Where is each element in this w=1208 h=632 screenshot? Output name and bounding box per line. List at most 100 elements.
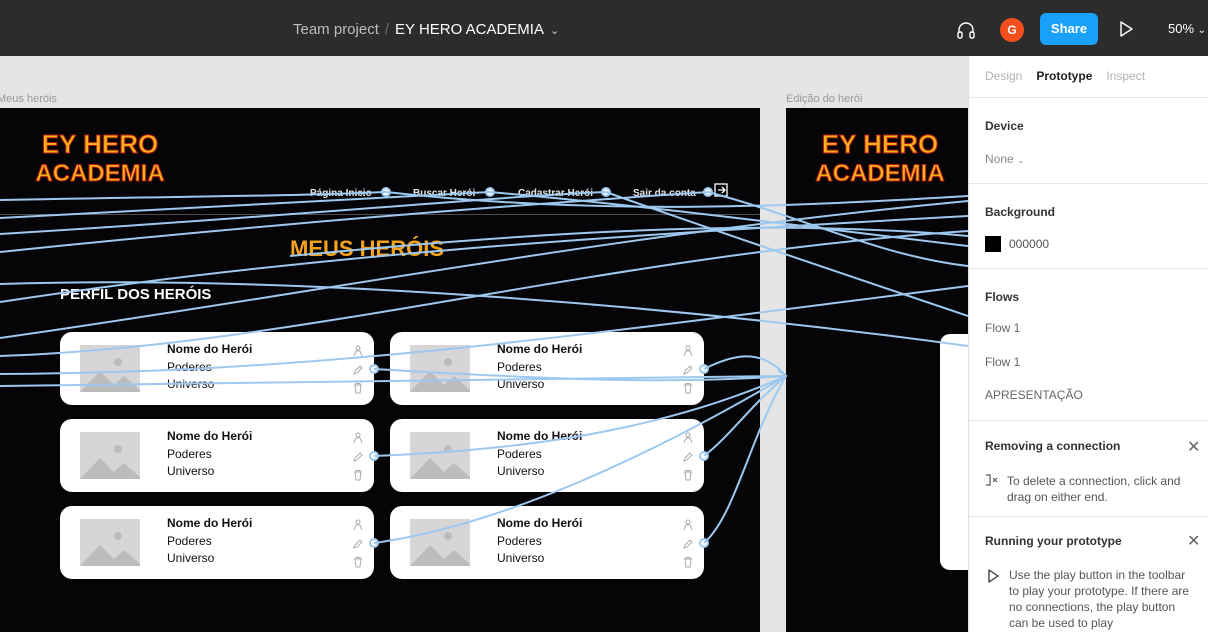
section-title: PERFIL DOS HERÓIS <box>60 286 212 303</box>
svg-text:ACADEMIA: ACADEMIA <box>815 160 944 186</box>
nav-cadastrar-heroi[interactable]: Cadastrar Herói <box>518 188 593 199</box>
svg-text:EY HERO: EY HERO <box>42 129 159 159</box>
frame-edicao-do-heroi[interactable]: EY HERO ACADEMIA <box>786 108 968 632</box>
tip-title: Removing a connection <box>985 439 1121 453</box>
person-icon[interactable] <box>682 344 694 357</box>
device-value: None <box>985 152 1014 166</box>
tab-prototype[interactable]: Prototype <box>1036 69 1092 83</box>
hero-name: Nome do Herói <box>167 342 253 356</box>
connection-handle[interactable] <box>381 187 391 197</box>
trash-icon[interactable] <box>682 468 694 481</box>
edit-icon[interactable] <box>682 537 694 549</box>
person-icon[interactable] <box>352 431 364 444</box>
background-color-swatch[interactable] <box>985 236 1001 252</box>
edit-icon[interactable] <box>352 537 364 549</box>
close-icon[interactable]: ✕ <box>1187 437 1200 457</box>
hero-name: Nome do Herói <box>497 429 583 443</box>
trash-icon[interactable] <box>352 555 364 568</box>
tab-inspect[interactable]: Inspect <box>1106 69 1145 83</box>
hero-powers: Poderes <box>167 534 212 548</box>
hero-powers: Poderes <box>497 534 542 548</box>
logout-icon[interactable] <box>714 183 728 197</box>
play-icon <box>988 569 999 583</box>
hero-academia-logo: EY HERO ACADEMIA <box>35 129 165 187</box>
panel-tabs: Design Prototype Inspect <box>985 69 1159 83</box>
hero-card[interactable]: Nome do Herói Poderes Universo <box>390 419 704 492</box>
close-icon[interactable]: ✕ <box>1187 531 1200 551</box>
connection-handle[interactable] <box>369 364 379 374</box>
person-icon[interactable] <box>352 518 364 531</box>
removing-connection-tip: Removing a connection ✕ To delete a conn… <box>969 420 1208 516</box>
edit-form-panel[interactable] <box>940 334 968 570</box>
hero-card[interactable]: Nome do Herói Poderes Universo <box>390 506 704 579</box>
project-link[interactable]: Team project <box>293 21 379 38</box>
play-icon[interactable] <box>1118 20 1134 38</box>
hero-academia-logo: EY HERO ACADEMIA <box>815 129 945 187</box>
arrow-head <box>777 369 788 383</box>
chevron-down-icon: ⌄ <box>1017 155 1025 165</box>
connection-handle[interactable] <box>485 187 495 197</box>
nav-buscar-heroi[interactable]: Buscar Herói <box>413 188 475 199</box>
edit-icon[interactable] <box>352 363 364 375</box>
hero-powers: Poderes <box>167 447 212 461</box>
nav-sair-da-conta[interactable]: Sair da conta <box>633 188 696 199</box>
nav-pagina-inicio[interactable]: Página Inicio <box>310 188 372 199</box>
image-placeholder-icon <box>80 345 140 392</box>
edit-icon[interactable] <box>682 450 694 462</box>
tip-text: To delete a connection, click and drag o… <box>1007 474 1181 504</box>
frame-label[interactable]: Edição do herói <box>786 93 862 105</box>
person-icon[interactable] <box>352 344 364 357</box>
hero-card[interactable]: Nome do Herói Poderes Universo <box>60 506 374 579</box>
flows-title: Flows <box>985 290 1020 304</box>
trash-icon[interactable] <box>682 381 694 394</box>
hero-card[interactable]: Nome do Herói Poderes Universo <box>390 332 704 405</box>
edit-icon[interactable] <box>352 450 364 462</box>
hero-universe: Universo <box>167 551 215 565</box>
avatar[interactable]: G <box>1000 18 1024 42</box>
trash-icon[interactable] <box>352 468 364 481</box>
hero-powers: Poderes <box>497 360 542 374</box>
edit-icon[interactable] <box>682 363 694 375</box>
zoom-dropdown[interactable]: 50% ⌄ <box>1168 21 1206 36</box>
canvas[interactable]: Meus heróis Edição do herói EY HERO ACAD… <box>0 56 968 632</box>
flow-item[interactable]: APRESENTAÇÃO <box>985 388 1083 402</box>
share-button[interactable]: Share <box>1040 13 1098 45</box>
device-section: Device None ⌄ <box>969 97 1208 183</box>
connection-handle[interactable] <box>703 187 713 197</box>
chevron-down-icon[interactable]: ⌄ <box>550 25 559 37</box>
flow-item[interactable]: Flow 1 <box>985 321 1020 335</box>
chevron-down-icon: ⌄ <box>1197 25 1207 36</box>
background-section: Background 000000 <box>969 183 1208 268</box>
connection-handle[interactable] <box>369 538 379 548</box>
device-dropdown[interactable]: None ⌄ <box>985 152 1025 166</box>
hero-universe: Universo <box>167 464 215 478</box>
header-divider <box>0 214 760 215</box>
tab-design[interactable]: Design <box>985 69 1022 83</box>
trash-icon[interactable] <box>352 381 364 394</box>
hero-name: Nome do Herói <box>497 516 583 530</box>
connection-handle[interactable] <box>699 538 709 548</box>
connection-handle[interactable] <box>601 187 611 197</box>
trash-icon[interactable] <box>682 555 694 568</box>
hero-universe: Universo <box>497 551 545 565</box>
hero-powers: Poderes <box>167 360 212 374</box>
frame-label[interactable]: Meus heróis <box>0 93 57 105</box>
hero-card[interactable]: Nome do Herói Poderes Universo <box>60 332 374 405</box>
headphones-icon[interactable] <box>956 21 976 39</box>
background-hex[interactable]: 000000 <box>1009 237 1049 251</box>
hero-card[interactable]: Nome do Herói Poderes Universo <box>60 419 374 492</box>
image-placeholder-icon <box>80 519 140 566</box>
tip-title: Running your prototype <box>985 534 1122 548</box>
flow-item[interactable]: Flow 1 <box>985 355 1020 369</box>
frame-meus-herois[interactable]: EY HERO ACADEMIA Página Inicio Buscar He… <box>0 108 760 632</box>
svg-text:EY HERO: EY HERO <box>822 129 939 159</box>
connection-handle[interactable] <box>369 451 379 461</box>
image-placeholder-icon <box>410 519 470 566</box>
flows-section: Flows Flow 1 Flow 1 APRESENTAÇÃO <box>969 268 1208 420</box>
connection-handle[interactable] <box>699 364 709 374</box>
connection-handle[interactable] <box>699 451 709 461</box>
file-name[interactable]: EY HERO ACADEMIA <box>395 21 544 38</box>
hero-universe: Universo <box>167 377 215 391</box>
person-icon[interactable] <box>682 431 694 444</box>
person-icon[interactable] <box>682 518 694 531</box>
